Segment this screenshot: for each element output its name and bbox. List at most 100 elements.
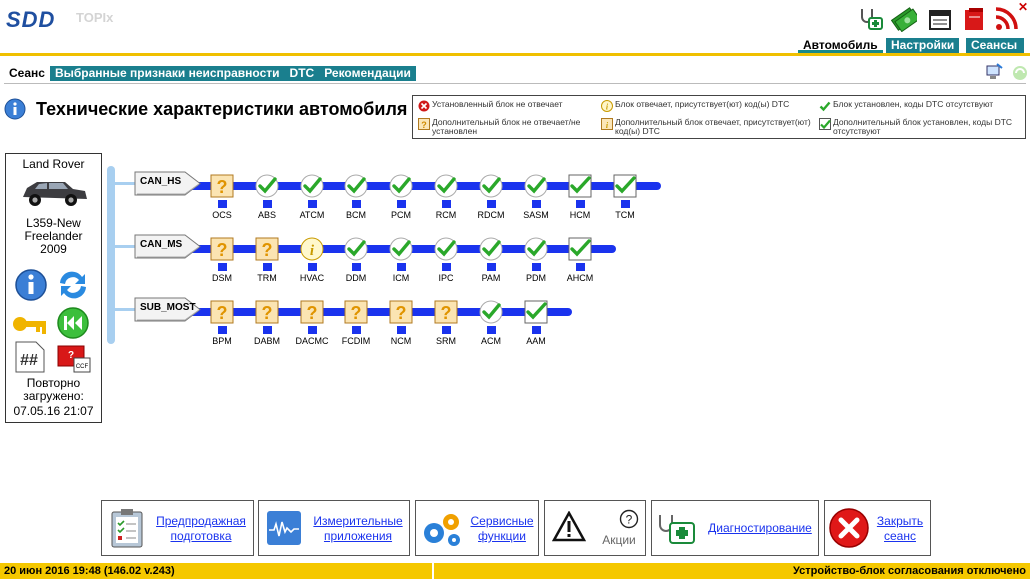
module-connector — [263, 326, 272, 334]
close-app-icon[interactable]: ✕ — [1018, 0, 1028, 14]
module-hvac-info-icon[interactable]: i — [300, 237, 324, 261]
rewind-icon[interactable] — [56, 306, 90, 340]
legend-item-ok: Блок установлен, коды DTC отсутствуют — [819, 100, 1024, 112]
module-dsm-question-icon[interactable]: ? — [210, 237, 234, 261]
svg-text:?: ? — [217, 177, 228, 197]
module-ncm-question-icon[interactable]: ? — [389, 300, 413, 324]
close-session-button[interactable]: Закрыть сеанс — [824, 500, 931, 556]
module-rdcm-check-icon[interactable] — [479, 174, 503, 198]
refresh-icon[interactable] — [54, 268, 92, 302]
warning-icon — [552, 511, 586, 542]
tab-recommendations[interactable]: Рекомендации — [319, 66, 416, 81]
module-ipc-check-icon[interactable] — [434, 237, 458, 261]
hash-document-icon[interactable]: ## — [14, 340, 46, 374]
tab-vehicle[interactable]: Автомобиль — [798, 38, 883, 53]
bus-label-can_ms[interactable]: CAN_MS — [134, 234, 202, 259]
module-connector — [442, 263, 451, 271]
help-circle-icon: ? — [619, 509, 639, 529]
module-name: BCM — [346, 210, 366, 220]
tab-session[interactable]: Сеанс — [4, 66, 50, 81]
money-icon[interactable] — [891, 6, 917, 32]
module-abs-check-icon[interactable] — [255, 174, 279, 198]
module-trm-question-icon[interactable]: ? — [255, 237, 279, 261]
ccf-config-icon[interactable]: ? CCF — [56, 340, 92, 374]
module-connector — [532, 200, 541, 208]
module-fcdim-question-icon[interactable]: ? — [344, 300, 368, 324]
bus-line-sub_most — [190, 308, 572, 316]
module-name: AAM — [526, 336, 546, 346]
module-name: TRM — [257, 273, 277, 283]
notebook-icon[interactable] — [961, 6, 987, 32]
module-pcm-check-icon[interactable] — [389, 174, 413, 198]
module-name: ABS — [257, 210, 276, 220]
module-connector — [487, 200, 496, 208]
service-functions-button[interactable]: Сервисные функции — [415, 500, 539, 556]
campaigns-button[interactable]: ? Акции — [544, 500, 646, 556]
bus-connector — [112, 245, 136, 248]
diagnostics-button[interactable]: Диагностирование — [651, 500, 819, 556]
status-legend: Установленный блок не отвечает i Блок от… — [412, 95, 1026, 139]
legend-item-extra-not-responding: ? Дополнительный блок не отвечает/не уст… — [418, 118, 598, 136]
module-ddm-check-icon[interactable] — [344, 237, 368, 261]
module-name: DDM — [345, 273, 367, 283]
module-connector — [308, 263, 317, 271]
module-atcm-check-icon[interactable] — [300, 174, 324, 198]
module-connector — [442, 326, 451, 334]
module-connector — [487, 326, 496, 334]
module-connector — [621, 200, 630, 208]
module-connector — [487, 263, 496, 271]
rss-feed-icon[interactable] — [993, 6, 1019, 32]
bus-label-can_hs[interactable]: CAN_HS — [134, 171, 202, 196]
bus-name: CAN_MS — [140, 239, 183, 250]
module-ocs-question-icon[interactable]: ? — [210, 174, 234, 198]
connection-icon[interactable] — [984, 60, 1006, 82]
sdd-logo: SDD — [6, 7, 56, 32]
module-connector — [263, 263, 272, 271]
red-x-icon — [418, 100, 430, 112]
module-connector — [576, 263, 585, 271]
module-sasm-check-icon[interactable] — [524, 174, 548, 198]
measurement-apps-button[interactable]: Измерительные приложения — [258, 500, 410, 556]
key-icon[interactable] — [12, 310, 48, 340]
module-connector — [397, 200, 406, 208]
tab-dtc[interactable]: DTC — [284, 66, 320, 81]
module-dacmc-question-icon[interactable]: ? — [300, 300, 324, 324]
module-tcm-check-box-icon[interactable] — [613, 174, 637, 198]
svg-text:?: ? — [262, 303, 273, 323]
svg-text:?: ? — [351, 303, 362, 323]
sync-status-icon[interactable] — [1011, 64, 1029, 82]
module-dabm-question-icon[interactable]: ? — [255, 300, 279, 324]
module-connector — [397, 263, 406, 271]
predelivery-button[interactable]: Предпродажная подготовка — [101, 500, 254, 556]
legend-item-extra-ok: Дополнительный блок установлен, коды DTC… — [819, 118, 1024, 136]
module-bpm-question-icon[interactable]: ? — [210, 300, 234, 324]
module-name: BPM — [212, 336, 232, 346]
module-name: ICM — [392, 273, 410, 283]
tab-settings[interactable]: Настройки — [886, 38, 960, 53]
tabs-divider — [4, 83, 1026, 84]
reload-time: 07.05.16 21:07 — [13, 404, 94, 418]
svg-text:?: ? — [626, 513, 633, 527]
vehicle-make: Land Rover — [22, 157, 85, 171]
service-functions-label: Сервисные функции — [470, 514, 534, 543]
bus-label-sub_most[interactable]: SUB_MOST — [134, 297, 202, 322]
module-rcm-check-icon[interactable] — [434, 174, 458, 198]
module-hcm-check-box-icon[interactable] — [568, 174, 592, 198]
tab-selected-faults[interactable]: Выбранные признаки неисправности — [49, 66, 285, 81]
module-pdm-check-icon[interactable] — [524, 237, 548, 261]
module-connector — [352, 200, 361, 208]
module-aam-check-box-icon[interactable] — [524, 300, 548, 324]
vehicle-info-icon[interactable] — [14, 268, 48, 302]
tab-sessions[interactable]: Сеансы — [966, 38, 1024, 53]
module-pam-check-icon[interactable] — [479, 237, 503, 261]
module-name: SRM — [436, 336, 456, 346]
module-icm-check-icon[interactable] — [389, 237, 413, 261]
calendar-icon[interactable] — [927, 6, 953, 32]
module-bcm-check-icon[interactable] — [344, 174, 368, 198]
module-connector — [442, 200, 451, 208]
module-name: ATCM — [299, 210, 325, 220]
stethoscope-medkit-icon[interactable] — [858, 6, 884, 32]
module-srm-question-icon[interactable]: ? — [434, 300, 458, 324]
module-acm-check-icon[interactable] — [479, 300, 503, 324]
module-ahcm-check-box-icon[interactable] — [568, 237, 592, 261]
